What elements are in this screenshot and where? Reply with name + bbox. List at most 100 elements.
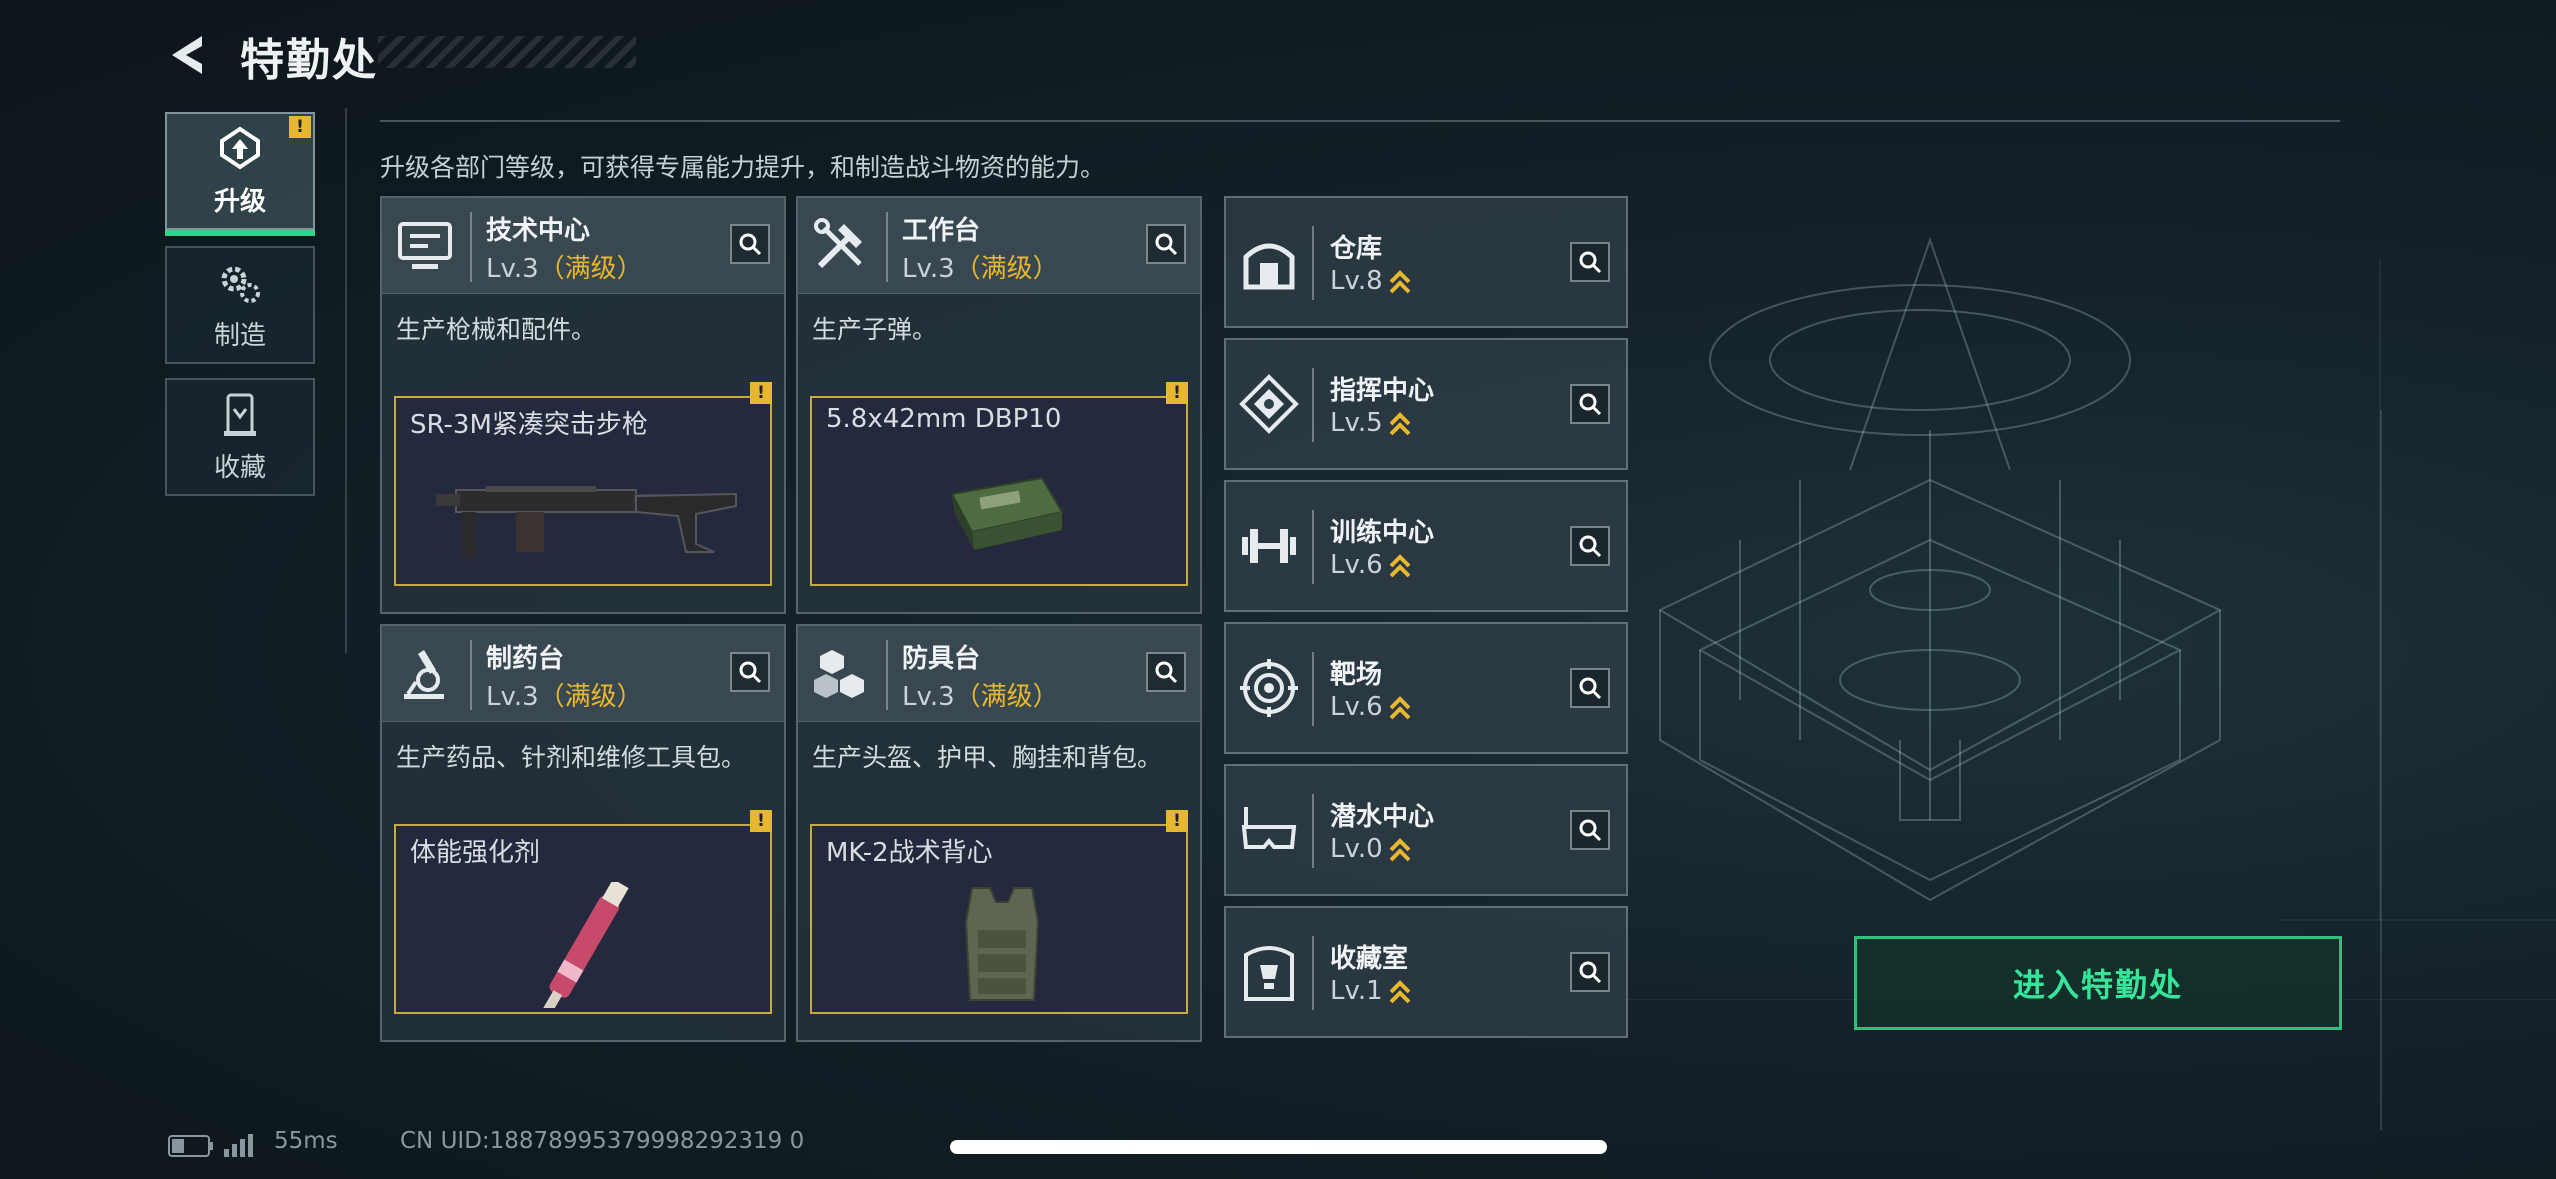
- facility-name: 指挥中心: [1330, 376, 1435, 406]
- search-icon: [1579, 961, 1602, 984]
- upgradable-icon: [1389, 979, 1411, 1003]
- level-value: Lv.3: [486, 682, 539, 712]
- alert-badge: !: [750, 810, 772, 832]
- facility-card-workbench[interactable]: 工作台 Lv.3（满级） 生产子弹。 ! 5.8x42mm DBP10: [796, 196, 1202, 614]
- facility-level: Lv.6: [1330, 692, 1411, 722]
- facility-row-diving-center[interactable]: 潜水中心 Lv.0: [1224, 764, 1628, 896]
- facility-level: Lv.8: [1330, 266, 1411, 296]
- separator: [886, 212, 888, 282]
- facility-level: Lv.1: [1330, 976, 1411, 1006]
- upgradable-icon: [1389, 411, 1411, 435]
- page-title: 特勤处: [240, 35, 378, 86]
- title-decoration: [378, 36, 636, 68]
- facility-level: Lv.3（满级）: [902, 248, 1059, 285]
- level-value: Lv.3: [902, 254, 955, 284]
- section-rule: [380, 120, 2340, 122]
- separator: [470, 640, 472, 710]
- tools-icon: [814, 218, 862, 269]
- facility-description: 生产头盔、护甲、胸挂和背包。: [812, 743, 1163, 772]
- max-level-tag: （满级）: [538, 682, 643, 712]
- syringe-image: [539, 882, 629, 1008]
- search-icon: [1579, 393, 1602, 416]
- level-value: Lv.3: [486, 254, 539, 284]
- target-icon: [1240, 659, 1298, 717]
- nav-label: 收藏: [213, 452, 266, 483]
- level-value: Lv.3: [902, 682, 955, 712]
- product-slot[interactable]: ! SR-3M紧凑突击步枪: [394, 382, 772, 586]
- base-illustration: [1600, 236, 2556, 1000]
- inspect-button[interactable]: [730, 652, 770, 692]
- upgradable-icon: [1389, 269, 1411, 293]
- back-button[interactable]: [162, 30, 214, 80]
- inspect-button[interactable]: [730, 224, 770, 264]
- facility-level: Lv.3（满级）: [486, 676, 643, 713]
- user-uid: CN UID:18878995379998292319 0: [400, 1128, 805, 1154]
- gears-icon: [221, 266, 260, 303]
- nav-label: 制造: [213, 320, 266, 351]
- alert-badge: !: [289, 116, 311, 138]
- alert-badge: !: [750, 382, 772, 404]
- home-indicator[interactable]: [950, 1140, 1607, 1154]
- inspect-button[interactable]: [1570, 952, 1610, 992]
- facility-name: 工作台: [902, 216, 981, 246]
- microscope-icon: [404, 650, 444, 699]
- facility-row-collection-room[interactable]: 收藏室 Lv.1: [1224, 906, 1628, 1038]
- vest-image: [964, 887, 1040, 1001]
- search-icon: [739, 233, 762, 256]
- level-value: Lv.6: [1330, 692, 1383, 722]
- search-icon: [1155, 661, 1178, 684]
- product-slot[interactable]: ! 体能强化剂: [394, 810, 772, 1014]
- inspect-button[interactable]: [1570, 810, 1610, 850]
- ping-latency: 55ms: [274, 1128, 338, 1154]
- inspect-button[interactable]: [1570, 242, 1610, 282]
- card-header: 工作台 Lv.3（满级）: [798, 198, 1200, 294]
- facility-name: 仓库: [1330, 234, 1383, 264]
- facility-card-armor-bench[interactable]: 防具台 Lv.3（满级） 生产头盔、护甲、胸挂和背包。 ! MK-2战术背心: [796, 624, 1202, 1042]
- facility-description: 生产子弹。: [812, 315, 938, 344]
- facility-card-tech-center[interactable]: 技术中心 Lv.3（满级） 生产枪械和配件。 ! SR-3M紧凑突击步枪: [380, 196, 786, 614]
- facility-name: 收藏室: [1330, 944, 1409, 974]
- product-slot[interactable]: ! MK-2战术背心: [810, 810, 1188, 1014]
- separator: [1312, 794, 1314, 868]
- search-icon: [1579, 677, 1602, 700]
- enter-special-ops-button[interactable]: 进入特勤处: [1854, 936, 2342, 1030]
- facility-name: 训练中心: [1330, 518, 1435, 548]
- facility-name: 制药台: [486, 644, 565, 674]
- facility-card-pharmacy[interactable]: 制药台 Lv.3（满级） 生产药品、针剂和维修工具包。 ! 体能强化剂: [380, 624, 786, 1042]
- separator: [1312, 936, 1314, 1010]
- facility-row-warehouse[interactable]: 仓库 Lv.8: [1224, 196, 1628, 328]
- card-header: 技术中心 Lv.3（满级）: [382, 198, 784, 294]
- back-arrow-icon: [172, 36, 202, 74]
- inspect-button[interactable]: [1570, 384, 1610, 424]
- facility-name: 潜水中心: [1330, 802, 1435, 832]
- trophy-icon: [224, 393, 256, 436]
- trophy-icon: [1244, 946, 1294, 1001]
- search-icon: [739, 661, 762, 684]
- facility-level: Lv.3（满级）: [486, 248, 643, 285]
- nav-tab-craft[interactable]: 制造: [165, 246, 315, 364]
- facility-row-command-center[interactable]: 指挥中心 Lv.5: [1224, 338, 1628, 470]
- product-name: 体能强化剂: [410, 838, 541, 868]
- facility-description: 生产枪械和配件。: [396, 315, 597, 344]
- separator: [1312, 510, 1314, 584]
- level-value: Lv.0: [1330, 834, 1383, 864]
- product-slot[interactable]: ! 5.8x42mm DBP10: [810, 382, 1188, 586]
- inspect-button[interactable]: [1146, 652, 1186, 692]
- ammo-box-image: [950, 476, 1064, 550]
- monitor-icon: [398, 222, 452, 269]
- inspect-button[interactable]: [1570, 526, 1610, 566]
- facility-row-training-center[interactable]: 训练中心 Lv.6: [1224, 480, 1628, 612]
- facility-level: Lv.0: [1330, 834, 1411, 864]
- alert-badge: !: [1166, 382, 1188, 404]
- upgradable-icon: [1389, 695, 1411, 719]
- inspect-button[interactable]: [1570, 668, 1610, 708]
- nav-tab-upgrade[interactable]: ! 升级: [165, 112, 315, 236]
- alert-badge: !: [1166, 810, 1188, 832]
- section-description: 升级各部门等级，可获得专属能力提升，和制造战斗物资的能力。: [380, 153, 1106, 182]
- facility-row-shooting-range[interactable]: 靶场 Lv.6: [1224, 622, 1628, 754]
- facility-name: 防具台: [902, 644, 981, 674]
- search-icon: [1155, 233, 1178, 256]
- level-value: Lv.5: [1330, 408, 1383, 438]
- inspect-button[interactable]: [1146, 224, 1186, 264]
- nav-tab-collection[interactable]: 收藏: [165, 378, 315, 496]
